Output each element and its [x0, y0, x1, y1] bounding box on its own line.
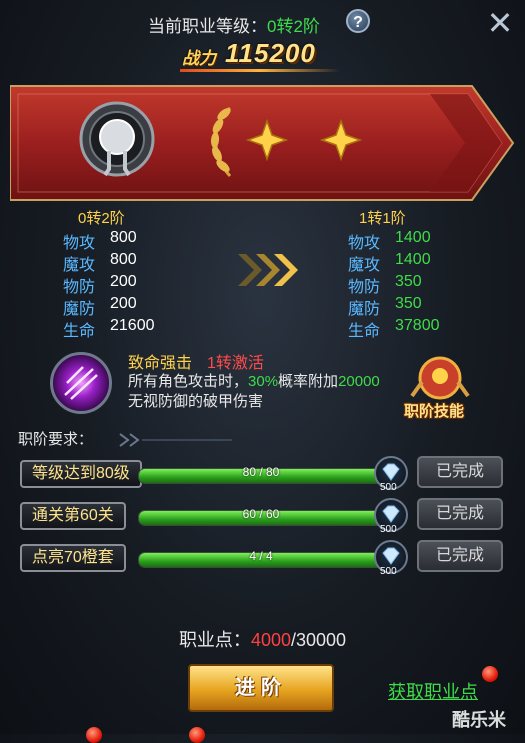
rank-emblem-icon [77, 99, 157, 183]
stat-label: 魔防 [348, 301, 381, 318]
requirement-row: 等级达到80级 80 / 80 500 已完成 [14, 456, 514, 496]
stat-value: 800 [110, 229, 137, 246]
stat-value: 800 [110, 251, 137, 268]
stat-label: 魔防 [63, 301, 96, 318]
diamond-cost: 500 [380, 566, 397, 577]
stat-value: 37800 [395, 317, 440, 334]
stat-value: 21600 [110, 317, 155, 334]
page-title: 当前职业等级：0转2阶 [148, 12, 320, 37]
current-stage-label: 0转2阶 [78, 210, 125, 227]
requirement-label: 点亮70橙套 [20, 544, 126, 572]
class-points: 职业点：4000/30000 [0, 626, 525, 652]
completed-button[interactable]: 已完成 [417, 540, 503, 572]
stat-label: 物防 [348, 279, 381, 296]
stat-label: 物攻 [348, 235, 381, 252]
stat-label: 魔攻 [348, 257, 381, 274]
help-icon[interactable]: ? [346, 9, 370, 33]
requirement-progress-text: 60 / 60 [242, 507, 280, 521]
next-stage-label: 1转1阶 [359, 210, 406, 227]
close-icon[interactable]: ✕ [484, 7, 516, 40]
title-stage: 0转2阶 [267, 17, 320, 36]
completed-button[interactable]: 已完成 [417, 498, 503, 530]
power-label: 战力 [182, 49, 216, 68]
diamond-cost: 500 [380, 482, 397, 493]
class-skill-badge-label: 职阶技能 [404, 403, 465, 420]
requirement-row: 通关第60关 60 / 60 500 已完成 [14, 498, 514, 538]
stat-value: 1400 [395, 251, 431, 268]
stat-value: 200 [110, 273, 137, 290]
stat-value: 200 [110, 295, 137, 312]
stat-label: 生命 [348, 323, 381, 340]
completed-button[interactable]: 已完成 [417, 456, 503, 488]
skill-name: 致命强击 [128, 355, 193, 372]
requirement-row: 点亮70橙套 4 / 4 500 已完成 [14, 540, 514, 580]
star-icon [319, 118, 363, 162]
title-prefix: 当前职业等级： [148, 17, 267, 36]
power-value: 115200 [225, 38, 316, 68]
stat-label: 物攻 [63, 235, 96, 252]
notification-dot-icon [189, 727, 205, 743]
requirement-label: 通关第60关 [20, 502, 126, 530]
skill-icon[interactable] [50, 352, 112, 414]
skill-description: 所有角色攻击时，30%概率附加20000无视防御的破甲伤害 [128, 373, 380, 410]
upgrade-arrows-icon [234, 250, 302, 290]
skill-unlock-condition: 1转激活 [207, 355, 264, 372]
requirements-title: 职阶要求： [18, 431, 94, 448]
requirement-progress-text: 4 / 4 [249, 549, 273, 563]
watermark: 酷乐米 [452, 710, 506, 730]
stat-value: 350 [395, 273, 422, 290]
chevrons-decoration-icon [118, 432, 238, 448]
requirement-progress-text: 80 / 80 [242, 465, 280, 479]
stat-value: 350 [395, 295, 422, 312]
points-current: 4000 [250, 630, 291, 650]
power-underline [180, 69, 340, 72]
laurel-icon [200, 102, 240, 180]
stat-label: 生命 [63, 323, 96, 340]
star-icon [245, 118, 289, 162]
requirement-label: 等级达到80级 [20, 460, 142, 488]
points-label: 职业点： [178, 630, 251, 650]
notification-dot-icon [86, 727, 102, 743]
diamond-cost: 500 [380, 524, 397, 535]
advance-button[interactable]: 进阶 [188, 664, 334, 712]
stat-label: 物防 [63, 279, 96, 296]
points-total: 30000 [296, 630, 347, 650]
notification-dot-icon [482, 666, 498, 682]
stat-label: 魔攻 [63, 257, 96, 274]
get-class-points-link[interactable]: 获取职业点 [388, 678, 478, 704]
stat-value: 1400 [395, 229, 431, 246]
